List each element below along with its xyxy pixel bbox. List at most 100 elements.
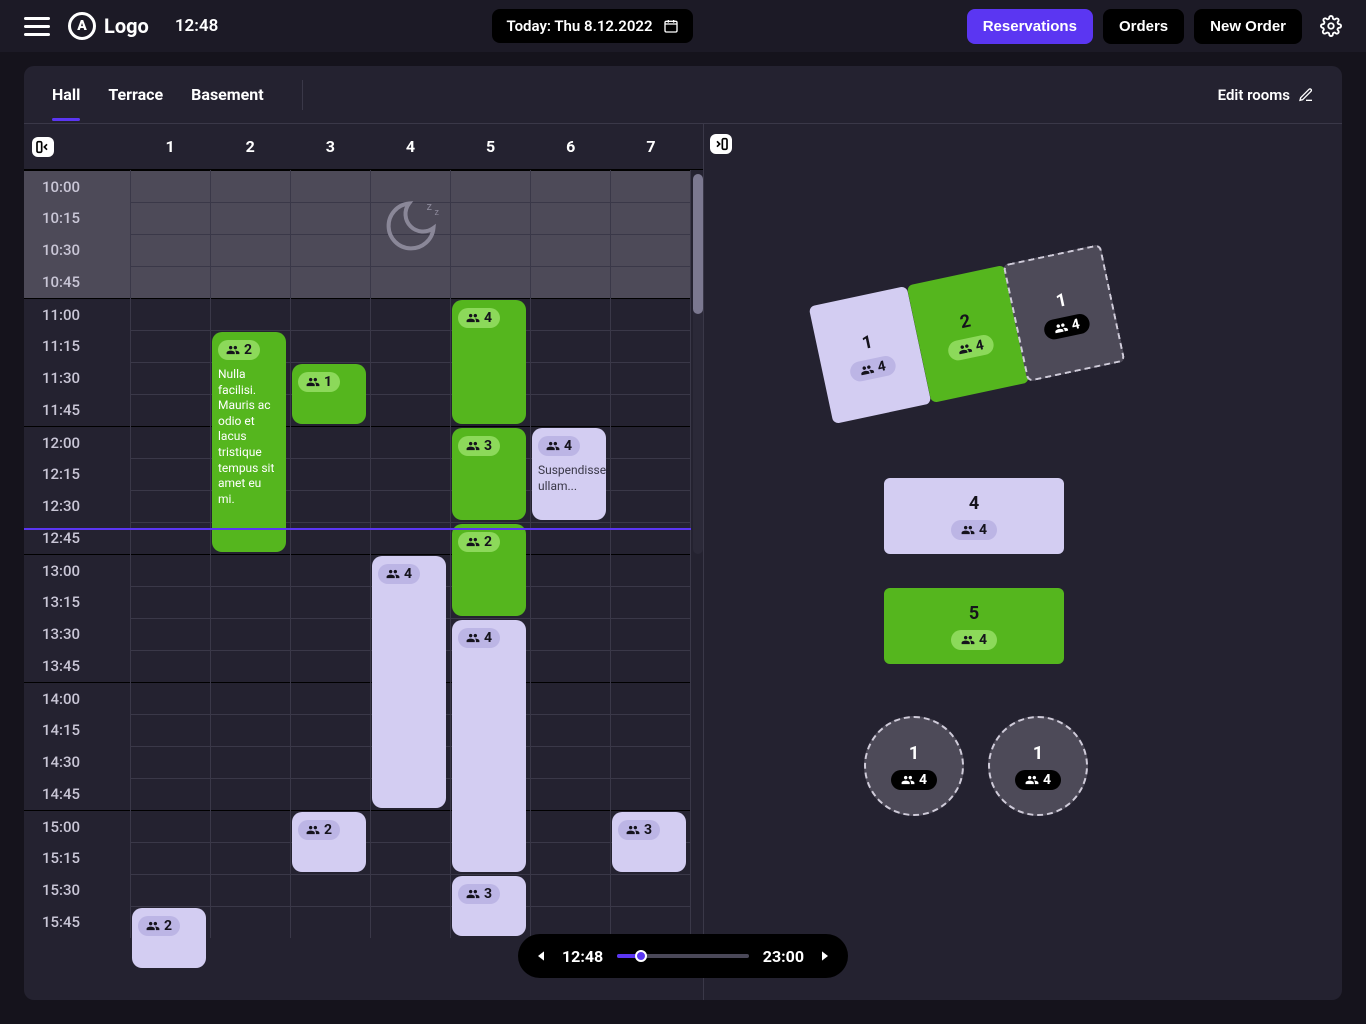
table-guest-pill: 4 bbox=[848, 354, 897, 383]
table-guest-pill: 4 bbox=[1042, 312, 1091, 341]
reservation-block[interactable]: 3 bbox=[452, 428, 526, 520]
column-header: 1 bbox=[130, 137, 210, 156]
time-label: 15:00 bbox=[24, 810, 130, 842]
table-number: 5 bbox=[969, 603, 979, 624]
closed-hours-icon: zz bbox=[381, 196, 441, 256]
table-number: 1 bbox=[909, 743, 919, 764]
guest-count-pill: 3 bbox=[458, 884, 500, 904]
time-label: 13:00 bbox=[24, 554, 130, 586]
table-5[interactable]: 54 bbox=[884, 588, 1064, 664]
date-picker[interactable]: Today: Thu 8.12.2022 bbox=[492, 9, 692, 43]
guest-count-pill: 2 bbox=[458, 532, 500, 552]
column-header: 5 bbox=[451, 137, 531, 156]
time-label: 10:00 bbox=[24, 170, 130, 202]
schedule-header: 1234567 bbox=[24, 124, 703, 170]
guest-count-pill: 4 bbox=[378, 564, 420, 584]
time-label: 12:00 bbox=[24, 426, 130, 458]
new-order-button[interactable]: New Order bbox=[1194, 9, 1302, 44]
slider-track[interactable] bbox=[617, 954, 749, 958]
table-1[interactable]: 14 bbox=[864, 716, 964, 816]
reservation-block[interactable]: 4 bbox=[372, 556, 446, 808]
reservation-block[interactable]: 4 bbox=[452, 300, 526, 424]
time-label: 12:15 bbox=[24, 458, 130, 490]
guest-count-pill: 2 bbox=[138, 916, 180, 936]
time-label: 13:45 bbox=[24, 650, 130, 682]
guest-count-pill: 3 bbox=[458, 436, 500, 456]
table-guest-pill: 4 bbox=[891, 770, 937, 790]
guest-count-pill: 3 bbox=[618, 820, 660, 840]
scrollbar-thumb[interactable] bbox=[693, 174, 703, 314]
reservation-note: Nulla facilisi. Mauris ac odio et lacus … bbox=[218, 367, 280, 507]
expand-floorplan-button[interactable] bbox=[710, 134, 732, 154]
grid-line bbox=[370, 170, 371, 938]
reservation-block[interactable]: 3 bbox=[612, 812, 686, 872]
collapse-schedule-button[interactable] bbox=[24, 137, 62, 157]
table-guest-pill: 4 bbox=[951, 630, 997, 650]
grid-line bbox=[530, 170, 531, 938]
menu-icon[interactable] bbox=[24, 13, 50, 39]
reservation-block[interactable]: 2 bbox=[292, 812, 366, 872]
app-logo: A Logo bbox=[68, 12, 149, 40]
reservation-block[interactable]: 4 Suspendisse ullam... bbox=[532, 428, 606, 520]
header-clock: 12:48 bbox=[175, 16, 218, 36]
schedule-scroll[interactable]: 10:0010:1510:3010:4511:0011:1511:3011:45… bbox=[24, 170, 703, 1000]
time-label: 14:00 bbox=[24, 682, 130, 714]
time-label: 15:45 bbox=[24, 906, 130, 938]
table-guest-pill: 4 bbox=[1015, 770, 1061, 790]
column-header: 7 bbox=[611, 137, 691, 156]
table-4[interactable]: 44 bbox=[884, 478, 1064, 554]
time-slider[interactable]: 12:48 23:00 bbox=[518, 934, 848, 978]
reservations-button[interactable]: Reservations bbox=[967, 9, 1093, 44]
time-label: 12:45 bbox=[24, 522, 130, 554]
time-label: 11:00 bbox=[24, 298, 130, 330]
guest-count-pill: 2 bbox=[218, 340, 260, 360]
room-tabs: Hall Terrace Basement Edit rooms bbox=[24, 66, 1342, 124]
pencil-icon bbox=[1298, 87, 1314, 103]
logo-icon: A bbox=[68, 12, 96, 40]
time-label: 15:15 bbox=[24, 842, 130, 874]
reservation-note: Suspendisse ullam... bbox=[538, 463, 600, 494]
slider-next-button[interactable] bbox=[818, 948, 834, 964]
reservation-block[interactable]: 1 bbox=[292, 364, 366, 424]
time-label: 10:15 bbox=[24, 202, 130, 234]
reservation-block[interactable]: 2 Nulla facilisi. Mauris ac odio et lacus… bbox=[212, 332, 286, 552]
room-tab-basement[interactable]: Basement bbox=[191, 69, 264, 120]
time-label: 11:30 bbox=[24, 362, 130, 394]
orders-button[interactable]: Orders bbox=[1103, 9, 1184, 44]
app-header: A Logo 12:48 Today: Thu 8.12.2022 Reserv… bbox=[0, 0, 1366, 52]
time-label: 11:45 bbox=[24, 394, 130, 426]
room-tab-hall[interactable]: Hall bbox=[52, 69, 80, 120]
edit-rooms-label: Edit rooms bbox=[1218, 86, 1290, 104]
guest-count-pill: 2 bbox=[298, 820, 340, 840]
reservation-block[interactable]: 2 bbox=[132, 908, 206, 968]
reservation-block[interactable]: 4 bbox=[452, 620, 526, 872]
reservation-block[interactable]: 2 bbox=[452, 524, 526, 616]
time-label: 10:45 bbox=[24, 266, 130, 298]
column-header: 6 bbox=[531, 137, 611, 156]
table-number: 1 bbox=[1054, 289, 1068, 312]
room-tab-terrace[interactable]: Terrace bbox=[108, 69, 163, 120]
table-number: 2 bbox=[958, 310, 972, 333]
grid-line bbox=[450, 170, 451, 938]
guest-count-pill: 4 bbox=[458, 628, 500, 648]
settings-icon[interactable] bbox=[1320, 15, 1342, 37]
slider-prev-button[interactable] bbox=[532, 948, 548, 964]
grid-line bbox=[690, 170, 691, 938]
guest-count-pill: 4 bbox=[538, 436, 580, 456]
date-label: Today: Thu 8.12.2022 bbox=[506, 17, 652, 35]
slider-start-time: 12:48 bbox=[562, 947, 603, 966]
floorplan-panel: 14241444541414 bbox=[704, 124, 1342, 1000]
edit-rooms-button[interactable]: Edit rooms bbox=[1218, 86, 1314, 104]
table-number: 1 bbox=[860, 331, 874, 354]
time-label: 11:15 bbox=[24, 330, 130, 362]
table-1[interactable]: 14 bbox=[988, 716, 1088, 816]
table-guest-pill: 4 bbox=[951, 520, 997, 540]
time-label: 10:30 bbox=[24, 234, 130, 266]
slider-knob[interactable] bbox=[635, 950, 647, 962]
grid-line bbox=[290, 170, 291, 938]
reservation-block[interactable]: 3 bbox=[452, 876, 526, 936]
time-label: 15:30 bbox=[24, 874, 130, 906]
column-header: 3 bbox=[290, 137, 370, 156]
panel-expand-icon bbox=[713, 136, 729, 152]
table-number: 4 bbox=[969, 493, 979, 514]
